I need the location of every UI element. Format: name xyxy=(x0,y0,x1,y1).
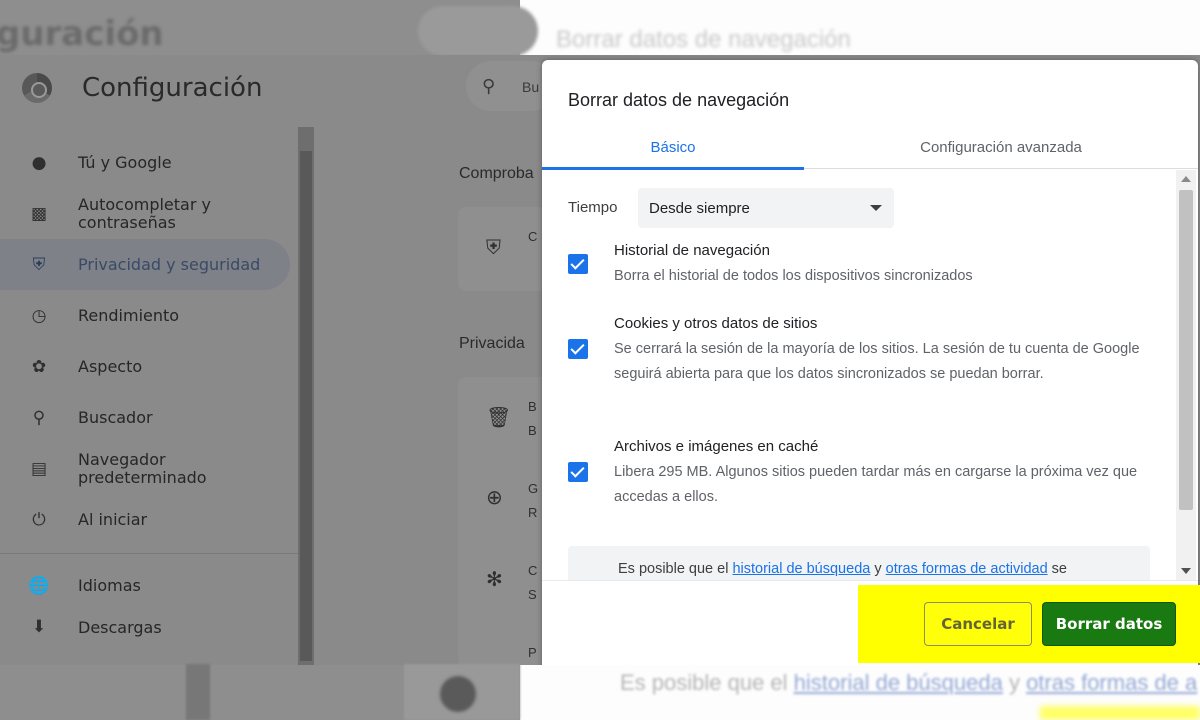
palette-icon: ✿ xyxy=(31,356,47,377)
globe-icon: 🌐 xyxy=(28,575,50,596)
card-row-sub: B xyxy=(528,423,537,438)
search-placeholder: Bu xyxy=(522,79,540,95)
sidebar-scrollbar-thumb[interactable] xyxy=(300,151,312,661)
sidebar-item-rendimiento[interactable]: ◷ Rendimiento xyxy=(0,290,300,341)
dialog-footer-divider xyxy=(542,580,1198,581)
option-description: Se cerrará la sesión de la mayoría de lo… xyxy=(614,341,1140,382)
sidebar-item-al-iniciar[interactable]: ⏻ Al iniciar xyxy=(0,494,300,545)
info-prefix: Es posible que el xyxy=(618,561,733,577)
card-text: C xyxy=(528,229,538,244)
option-title: Cookies y otros datos de sitios xyxy=(614,315,818,332)
option-description: Borra el historial de todos los disposit… xyxy=(614,268,973,284)
person-icon: ● xyxy=(31,152,47,173)
sidebar-item-navegador[interactable]: ▤ Navegador predeterminado xyxy=(0,443,300,494)
card-row-title: P xyxy=(528,645,537,660)
ghost-info-prefix: Es posible que el xyxy=(620,670,794,695)
search-history-link[interactable]: historial de búsqueda xyxy=(732,561,870,577)
download-icon: ⬇ xyxy=(31,617,47,637)
time-range-label: Tiempo xyxy=(568,199,618,216)
card-row-title: B xyxy=(528,399,537,414)
ghost-block xyxy=(186,664,210,720)
sidebar-item-label: Rendimiento xyxy=(78,306,180,325)
dialog-scrollbar[interactable] xyxy=(1176,170,1196,580)
dialog-scrollbar-thumb[interactable] xyxy=(1179,190,1193,510)
search-icon: ⚲ xyxy=(482,76,496,96)
card-row-title: C xyxy=(528,563,538,578)
section-heading-privacy: Privacida xyxy=(459,335,525,352)
dialog-tabs: Básico Configuración avanzada xyxy=(542,125,1198,170)
checkbox-browsing-history[interactable] xyxy=(568,253,588,274)
ghost-link-2: otras formas de a xyxy=(1026,670,1198,695)
ghost-info-mid: y xyxy=(1002,670,1027,695)
sidebar-item-descargas[interactable]: ⬇ Descargas xyxy=(0,611,300,637)
ghost-link-1: historial de búsqueda xyxy=(793,670,1003,695)
ghost-info-text: Es posible que el historial de búsqueda … xyxy=(620,670,1197,696)
sidebar-item-label: Privacidad y seguridad xyxy=(78,255,261,274)
tab-advanced[interactable]: Configuración avanzada xyxy=(804,125,1198,169)
screenshot-region: Configuración ⚲ Bu ● Tú y Google ▩ Autoc… xyxy=(0,55,1200,665)
shield-icon: ⛨ xyxy=(32,254,46,275)
sidebar: ● Tú y Google ▩ Autocompletar y contrase… xyxy=(0,137,300,637)
speedometer-icon: ◷ xyxy=(31,305,47,326)
card-row-sub: S xyxy=(528,587,537,602)
sidebar-item-label: Autocompletar y contraseñas xyxy=(78,194,211,232)
time-range-select[interactable]: Desde siempre xyxy=(638,188,894,228)
dialog-title: Borrar datos de navegación xyxy=(568,90,790,110)
sidebar-item-buscador[interactable]: ⚲ Buscador xyxy=(0,392,300,443)
page-title: Configuración xyxy=(82,73,263,103)
ghost-cookie-icon xyxy=(440,676,476,712)
sidebar-item-label: Navegador predeterminado xyxy=(78,449,207,487)
card-row-title: G xyxy=(528,481,539,496)
ghost-search-pill xyxy=(418,6,538,56)
sidebar-item-label: Idiomas xyxy=(78,576,141,595)
sidebar-item-label: Al iniciar xyxy=(78,510,148,529)
clear-data-dialog: Borrar datos de navegación Básico Config… xyxy=(542,60,1198,665)
dialog-body: Tiempo Desde siempre Historial de navega… xyxy=(542,170,1198,580)
info-mid: y xyxy=(870,561,886,577)
clipboard-icon: ▩ xyxy=(30,203,48,224)
sidebar-divider xyxy=(0,553,300,554)
sidebar-item-label: Descargas xyxy=(78,618,162,637)
option-title: Archivos e imágenes en caché xyxy=(614,438,819,455)
sidebar-item-aspecto[interactable]: ✿ Aspecto xyxy=(0,341,300,392)
cookie-icon: ✻ xyxy=(486,569,503,591)
power-icon: ⏻ xyxy=(32,509,46,530)
tab-basic[interactable]: Básico xyxy=(542,125,804,170)
checkbox-cookies[interactable] xyxy=(568,339,588,359)
info-text: Es posible que el historial de búsqueda … xyxy=(618,561,1067,577)
clear-data-button[interactable]: Borrar datos xyxy=(1042,602,1176,646)
search-icon: ⚲ xyxy=(32,407,46,428)
cancel-button[interactable]: Cancelar xyxy=(924,602,1032,646)
scroll-down-icon[interactable] xyxy=(1181,568,1191,574)
search-history-info: Es posible que el historial de búsqueda … xyxy=(568,546,1150,580)
sidebar-item-idiomas[interactable]: 🌐 Idiomas xyxy=(0,560,300,611)
ghost-highlight xyxy=(1040,706,1200,720)
shield-check-icon: ⛨ xyxy=(486,237,501,259)
dialog-footer-highlight: Cancelar Borrar datos xyxy=(858,585,1200,663)
add-circle-icon: ⊕ xyxy=(486,487,503,509)
sidebar-item-label: Tú y Google xyxy=(78,153,172,172)
section-heading-check: Comproba xyxy=(459,165,534,182)
other-activity-link[interactable]: otras formas de actividad xyxy=(886,561,1048,577)
browser-icon: ▤ xyxy=(30,458,48,479)
sidebar-item-privacidad[interactable]: ⛨ Privacidad y seguridad xyxy=(0,239,290,290)
sidebar-item-label: Aspecto xyxy=(78,357,143,376)
app-header: Configuración xyxy=(22,73,262,103)
chevron-down-icon xyxy=(870,205,882,211)
scroll-up-icon[interactable] xyxy=(1181,176,1191,182)
checkbox-cache[interactable] xyxy=(568,462,588,482)
sidebar-item-autocompletar[interactable]: ▩ Autocompletar y contraseñas xyxy=(0,188,300,239)
option-title: Historial de navegación xyxy=(614,242,770,259)
ghost-settings-title: guración xyxy=(0,14,164,54)
chrome-logo-icon xyxy=(22,73,52,103)
info-suffix: se xyxy=(1047,561,1067,577)
card-row-sub: R xyxy=(528,505,538,520)
ghost-dialog-title: Borrar datos de navegación xyxy=(556,26,851,53)
sidebar-item-label: Buscador xyxy=(78,408,153,427)
option-description: Libera 295 MB. Algunos sitios pueden tar… xyxy=(614,464,1138,505)
sidebar-item-tu-y-google[interactable]: ● Tú y Google xyxy=(0,137,300,188)
trash-icon: 🗑 xyxy=(486,407,512,429)
time-range-value: Desde siempre xyxy=(649,199,750,217)
